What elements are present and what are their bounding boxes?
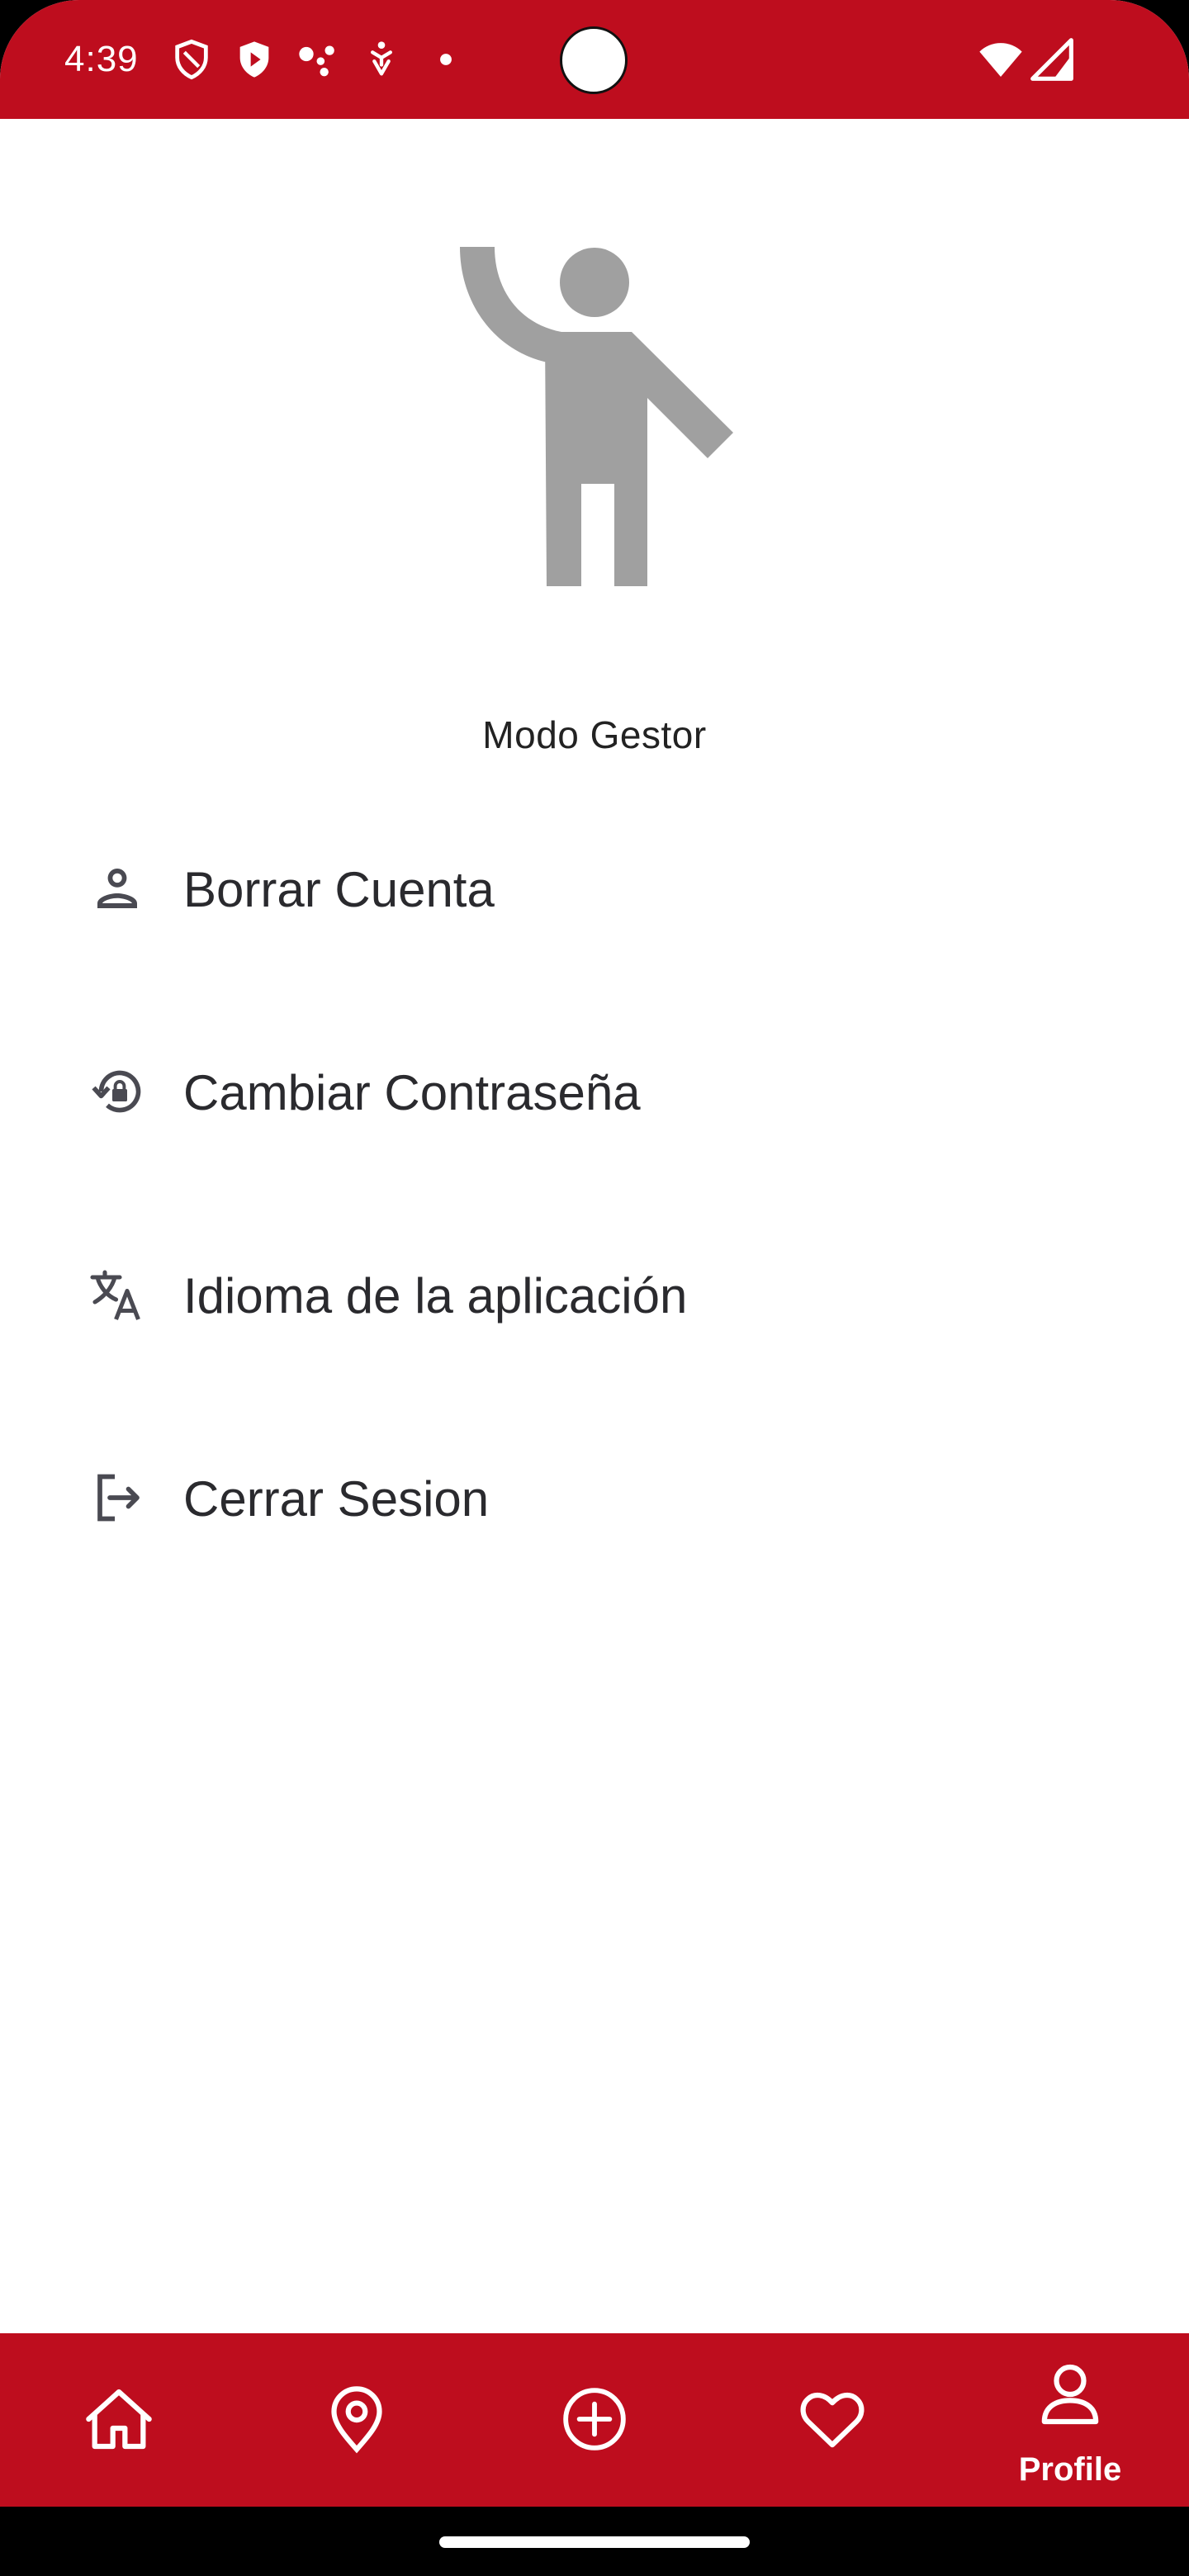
menu-item-change-password[interactable]: Cambiar Contraseña (79, 1029, 1110, 1153)
home-icon (86, 2389, 152, 2450)
nav-add[interactable] (476, 2333, 713, 2507)
person-outline-icon (97, 869, 137, 908)
screen: 4:39 Modo Gestor Borrar Cuenta Cambiar C… (0, 0, 1189, 2576)
shield-icon (175, 39, 208, 80)
waving-person-icon (460, 247, 733, 586)
accessibility-icon (371, 41, 392, 76)
location-pin-icon (331, 2386, 382, 2454)
menu-item-logout[interactable]: Cerrar Sesion (79, 1435, 1110, 1559)
menu-item-label: Idioma de la aplicación (183, 1268, 688, 1324)
menu-item-label: Cerrar Sesion (183, 1471, 490, 1527)
bottom-navigation: Profile (0, 2333, 1189, 2507)
camera-cutout (560, 26, 628, 94)
menu-item-label: Borrar Cuenta (183, 862, 495, 917)
cell-signal-icon (1030, 38, 1073, 81)
play-shield-icon (239, 41, 269, 78)
lock-reset-icon (92, 1070, 141, 1113)
nav-home[interactable] (0, 2333, 238, 2507)
translate-icon (90, 1270, 140, 1320)
add-circle-icon (563, 2388, 626, 2451)
assistant-dots-icon (299, 45, 334, 77)
nav-location[interactable] (238, 2333, 476, 2507)
logout-icon (97, 1474, 140, 1522)
system-navigation-bar (0, 2507, 1189, 2576)
menu-item-app-language[interactable]: Idioma de la aplicación (79, 1232, 1110, 1356)
heart-icon (800, 2392, 865, 2448)
nav-profile-label: Profile (1018, 2451, 1122, 2488)
nav-profile[interactable]: Profile (951, 2333, 1189, 2507)
mode-label: Modo Gestor (482, 713, 707, 756)
wifi-icon (979, 43, 1022, 77)
notification-dot-icon (440, 54, 452, 65)
menu-item-label: Cambiar Contraseña (183, 1065, 641, 1120)
home-indicator[interactable] (439, 2536, 750, 2548)
person-icon (1041, 2364, 1099, 2425)
status-bar: 4:39 (0, 0, 1189, 119)
nav-favorites[interactable] (713, 2333, 951, 2507)
menu-item-delete-account[interactable]: Borrar Cuenta (79, 826, 1110, 949)
status-time: 4:39 (64, 39, 139, 79)
